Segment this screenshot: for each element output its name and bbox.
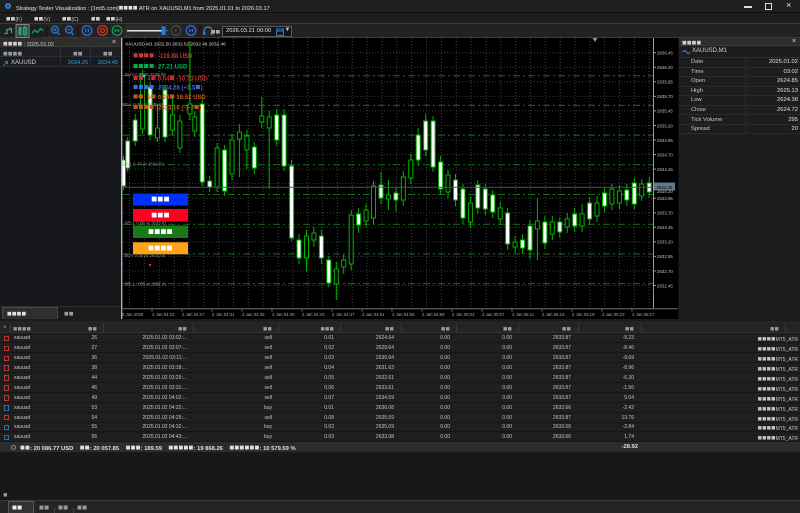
svg-text:2632.95: 2632.95 <box>657 254 673 259</box>
svg-text:2 Jan 05:15: 2 Jan 05:15 <box>542 312 565 317</box>
svg-text:2633.20: 2633.20 <box>657 240 673 245</box>
svg-text:2 Jan 04:47: 2 Jan 04:47 <box>332 312 355 317</box>
svg-text:SELL 0.47 at 2634.59: SELL 0.47 at 2634.59 <box>122 161 165 166</box>
svg-text:2 Jan 04:51: 2 Jan 04:51 <box>362 312 385 317</box>
svg-text:2 Jan 05:19: 2 Jan 05:19 <box>572 312 595 317</box>
svg-text:2635.20: 2635.20 <box>657 123 673 128</box>
svg-text:2 Jan 04:39: 2 Jan 04:39 <box>272 312 295 317</box>
svg-text:2635.45: 2635.45 <box>657 109 673 114</box>
svg-text:2 Jan 04:43: 2 Jan 04:43 <box>302 312 325 317</box>
svg-text:2 Jan 04:27: 2 Jan 04:27 <box>182 312 205 317</box>
svg-text:■■■: ■■■ <box>151 210 170 221</box>
svg-text:2634.95: 2634.95 <box>657 138 673 143</box>
svg-text:SELL 0.06 at 2633.61: SELL 0.06 at 2633.61 <box>125 221 168 226</box>
svg-text:2633.95: 2633.95 <box>657 196 673 201</box>
svg-text:2634.70: 2634.70 <box>657 152 673 157</box>
svg-text:2 Jan 05:11: 2 Jan 05:11 <box>512 312 535 317</box>
svg-text:2634.25: 2634.25 <box>657 185 673 190</box>
svg-text:2 Jan 04:55: 2 Jan 04:55 <box>392 312 415 317</box>
svg-text:2 Jan 05:23: 2 Jan 05:23 <box>602 312 625 317</box>
svg-text:2 Jan 04:23: 2 Jan 04:23 <box>152 312 175 317</box>
svg-text:BUY 0.05 at 2632.56: BUY 0.05 at 2632.56 <box>125 253 166 258</box>
svg-text:■■■: ■■■ <box>151 194 170 205</box>
svg-text:2634.45: 2634.45 <box>657 167 673 172</box>
svg-text:2 Jan 05:03: 2 Jan 05:03 <box>452 312 475 317</box>
svg-text:2 Jan 04:35: 2 Jan 04:35 <box>242 312 265 317</box>
svg-text:2632.70: 2632.70 <box>657 269 673 274</box>
svg-text:2 Jan 05:07: 2 Jan 05:07 <box>482 312 505 317</box>
svg-text:2 Jan 05:27: 2 Jan 05:27 <box>632 312 655 317</box>
svg-text:2635.95: 2635.95 <box>657 80 673 85</box>
svg-text:2 Jan 04:59: 2 Jan 04:59 <box>422 312 445 317</box>
svg-text:SELL 0.05 at 2632.41: SELL 0.05 at 2632.41 <box>125 282 168 287</box>
svg-text:2635.70: 2635.70 <box>657 94 673 99</box>
svg-text:■■■■: ■■■■ <box>148 226 173 237</box>
svg-text:2 Jan 2025: 2 Jan 2025 <box>122 312 144 317</box>
svg-text:2632.45: 2632.45 <box>657 283 673 288</box>
svg-text:2633.45: 2633.45 <box>657 225 673 230</box>
svg-text:2 Jan 04:31: 2 Jan 04:31 <box>212 312 235 317</box>
svg-text:XAUUSD,M1 2632.50 2632.52 2632: XAUUSD,M1 2632.50 2632.52 2632.46 2632.4… <box>125 42 226 48</box>
svg-text:2636.45: 2636.45 <box>657 51 673 56</box>
svg-text:2636.20: 2636.20 <box>657 65 673 70</box>
svg-text:2633.70: 2633.70 <box>657 211 673 216</box>
